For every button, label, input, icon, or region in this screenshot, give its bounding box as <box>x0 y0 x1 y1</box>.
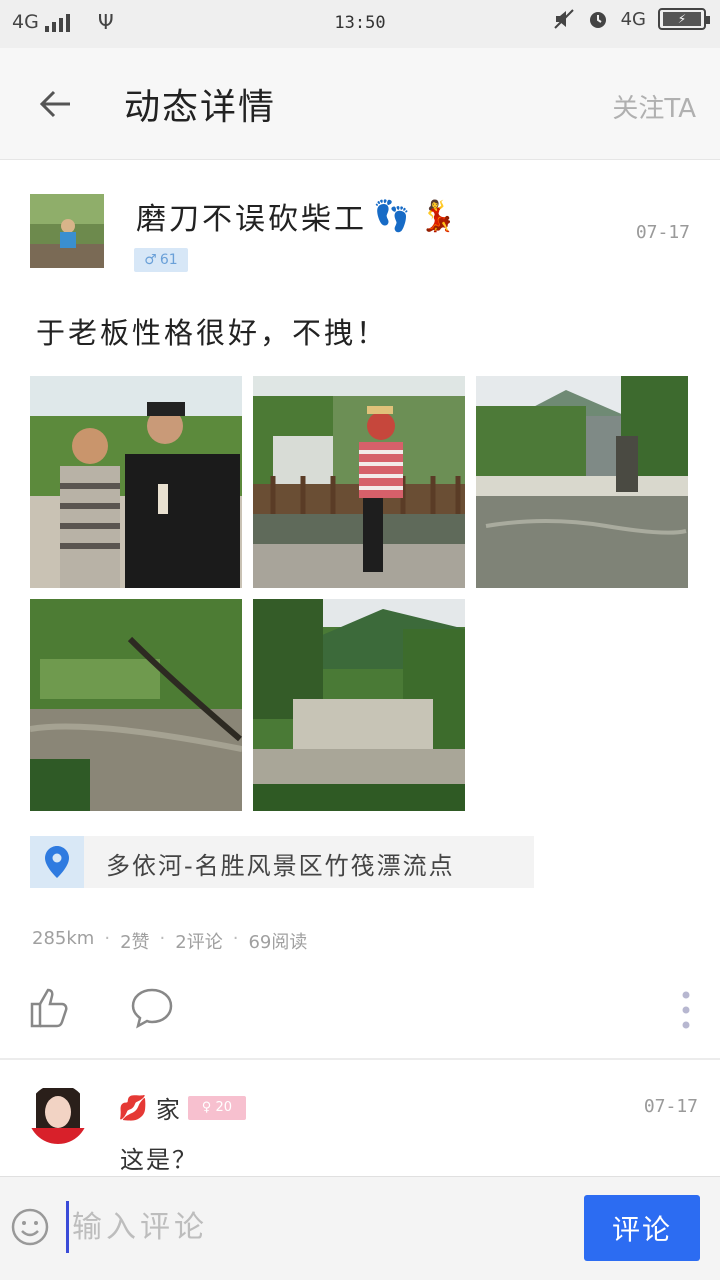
location-tag[interactable]: 多依河-名胜风景区竹筏漂流点 <box>30 836 534 888</box>
comment-count: 2评论 <box>175 932 223 953</box>
divider <box>0 1058 720 1060</box>
comment-date: 07-17 <box>643 1096 698 1117</box>
post-stats: 285km · 2赞 · 2评论 · 69阅读 <box>32 928 307 954</box>
location-pin-icon <box>45 846 69 878</box>
top-nav: 动态详情 关注TA <box>0 48 720 160</box>
commenter-age: 20 <box>215 1100 232 1115</box>
back-arrow-icon[interactable] <box>36 84 76 124</box>
footprints-icon: 👣 <box>373 198 414 234</box>
status-bar: 4G Ψ 13:50 4G ⚡ <box>0 0 720 48</box>
author-avatar[interactable] <box>30 194 104 268</box>
emoji-smile-icon[interactable] <box>10 1207 50 1247</box>
author-name[interactable]: 磨刀不误砍柴工 👣 💃 <box>136 194 460 238</box>
battery-icon: ⚡ <box>658 8 710 30</box>
post-date: 07-17 <box>635 222 690 243</box>
dancer-icon: 💃 <box>419 198 460 234</box>
alarm-icon <box>589 12 606 28</box>
mute-icon <box>553 9 574 29</box>
commenter-name-text: 家 <box>155 1096 180 1124</box>
comment-input[interactable] <box>72 1203 552 1251</box>
comment-input-bar: 评论 <box>0 1176 720 1280</box>
like-count: 2赞 <box>120 932 150 953</box>
comment-text: 这是？ <box>120 1146 198 1174</box>
distance: 285km <box>32 928 95 949</box>
text-caret <box>66 1201 69 1253</box>
page-title: 动态详情 <box>124 87 277 128</box>
post-text: 于老板性格很好，不拽！ <box>36 316 389 350</box>
post-photo[interactable] <box>253 599 465 811</box>
author-name-text: 磨刀不误砍柴工 <box>136 202 367 237</box>
post-photo[interactable] <box>476 376 688 588</box>
location-text: 多依河-名胜风景区竹筏漂流点 <box>106 852 455 880</box>
commenter-name[interactable]: 💋 家 ♀ 20 <box>118 1090 246 1125</box>
read-count: 69阅读 <box>248 932 308 953</box>
lips-icon: 💋 <box>118 1093 148 1122</box>
post-photo[interactable] <box>253 376 465 588</box>
follow-button[interactable]: 关注TA <box>612 88 696 125</box>
commenter-avatar[interactable] <box>28 1084 88 1144</box>
status-right: 4G ⚡ <box>553 8 710 30</box>
more-vertical-icon[interactable] <box>678 990 694 1030</box>
separator: · <box>104 928 111 949</box>
separator: · <box>159 928 166 949</box>
thumbs-up-icon[interactable] <box>28 986 72 1030</box>
gender-age-badge: ♀ 20 <box>187 1095 246 1120</box>
female-icon: ♀ <box>201 1100 212 1115</box>
location-pin-box <box>30 836 84 888</box>
network-label-right: 4G <box>620 8 646 30</box>
male-icon: ♂ <box>144 252 157 268</box>
post-photo[interactable] <box>30 599 242 811</box>
comment-bubble-icon[interactable] <box>130 986 174 1030</box>
author-age: 61 <box>159 252 178 268</box>
submit-comment-button[interactable]: 评论 <box>584 1195 700 1261</box>
separator: · <box>232 928 239 949</box>
gender-age-badge: ♂ 61 <box>134 248 188 272</box>
post-photo[interactable] <box>30 376 242 588</box>
